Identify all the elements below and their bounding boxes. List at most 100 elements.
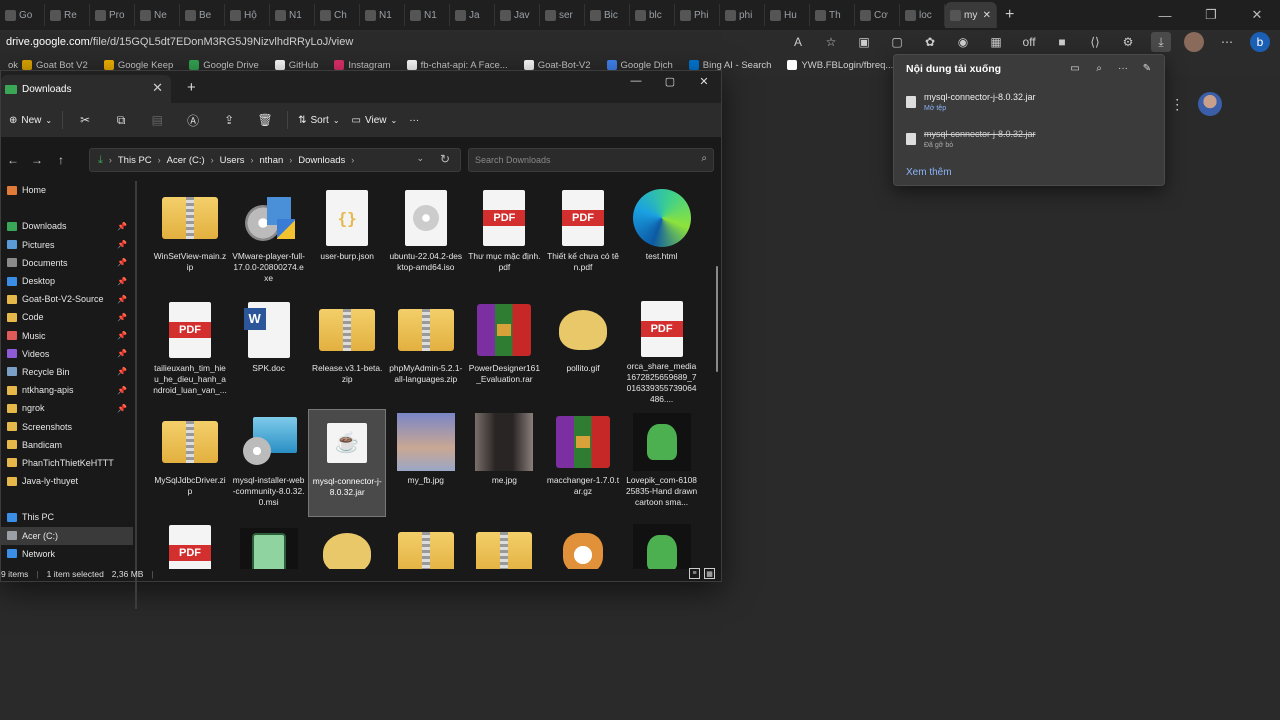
read-aloud-icon[interactable]: A (788, 32, 808, 52)
tiles-view-icon[interactable]: ▦ (704, 568, 715, 579)
close-tab-icon[interactable]: ✕ (983, 10, 991, 21)
sort-button[interactable]: ⇅ Sort ⌄ (292, 107, 345, 133)
sidebar-item[interactable]: PhanTichThietKeHTTT (1, 454, 133, 472)
download-status[interactable]: Mở tệp (924, 105, 946, 112)
copy-icon[interactable]: ⧉ (103, 107, 139, 133)
bookmark-item[interactable]: fb-chat-api: A Face... (406, 60, 508, 71)
download-item[interactable]: mysql-connector-j-8.0.32.jar Mở tệp (904, 91, 1154, 119)
extension-icon[interactable]: off (1019, 32, 1039, 52)
browser-tab[interactable]: Jav (495, 4, 540, 26)
extension-icon[interactable]: ⟨⟩ (1085, 32, 1105, 52)
file-item[interactable]: my_fb.jpg (387, 409, 465, 517)
downloads-icon[interactable]: ⤓ (1151, 32, 1171, 52)
file-item[interactable]: test.html (623, 185, 701, 293)
sidebar-item[interactable]: Network (1, 545, 133, 561)
view-button[interactable]: ▭ View ⌄ (346, 107, 404, 133)
sidebar-item[interactable]: Recycle Bin 📌 (1, 363, 133, 381)
bookmark-item[interactable]: Instagram (334, 60, 391, 71)
sidebar-item[interactable]: This PC (1, 508, 133, 526)
maximize-button[interactable]: ❐ (1188, 0, 1234, 30)
pin-icon[interactable]: ✎ (1140, 61, 1154, 75)
file-grid-scrollbar[interactable] (716, 266, 718, 372)
extension-icon[interactable]: ▦ (986, 32, 1006, 52)
back-icon[interactable]: ← (1, 148, 25, 172)
breadcrumb-acer-c[interactable]: Acer (C:) (167, 155, 205, 166)
file-item[interactable] (465, 520, 543, 569)
collections-icon[interactable]: ▣ (854, 32, 874, 52)
sidebar-item[interactable]: Pictures 📌 (1, 236, 133, 254)
bookmark-item[interactable]: Goat-Bot-V2 (523, 60, 591, 71)
sidebar-item[interactable]: Music 📌 (1, 327, 133, 345)
sidebar-item[interactable]: Downloads 📌 (1, 217, 133, 235)
split-screen-icon[interactable]: ▢ (887, 32, 907, 52)
browser-tab[interactable]: Cơ (855, 4, 900, 26)
minimize-button[interactable]: — (1142, 0, 1188, 30)
file-item[interactable] (387, 520, 465, 569)
breadcrumb[interactable]: ⤓ › This PC › Acer (C:) › Users › nthan … (89, 148, 461, 172)
refresh-icon[interactable]: ↻ (440, 152, 450, 166)
new-button[interactable]: ⊕ New ⌄ (3, 107, 58, 133)
bookmark-item[interactable]: Google Drive (189, 60, 259, 71)
explorer-minimize-button[interactable]: — (619, 71, 653, 91)
close-button[interactable]: ✕ (1234, 0, 1280, 30)
extensions-icon[interactable]: ⚙ (1118, 32, 1138, 52)
file-item[interactable] (308, 520, 386, 569)
file-item[interactable] (623, 520, 701, 569)
file-item[interactable]: PDF Thiết kế chưa có tên.pdf (544, 185, 622, 293)
sidebar-item[interactable]: Java-ly-thuyet (1, 472, 133, 490)
sidebar-item[interactable]: Acer (C:) (1, 526, 133, 545)
search-input[interactable]: Search Downloads ⌕ (468, 148, 714, 172)
sidebar-scrollbar[interactable] (135, 181, 137, 609)
favorite-icon[interactable]: ☆ (821, 32, 841, 52)
breadcrumb-nthan[interactable]: nthan (259, 155, 283, 166)
browser-tab[interactable]: Hu (765, 4, 810, 26)
file-item[interactable]: Release.v3.1-beta.zip (308, 297, 386, 405)
close-tab-icon[interactable]: ✕ (152, 80, 163, 96)
sidebar-item[interactable]: Code 📌 (1, 308, 133, 326)
breadcrumb-downloads[interactable]: Downloads (298, 155, 345, 166)
share-icon[interactable]: ⇪ (211, 107, 247, 133)
file-item[interactable]: W SPK.doc (230, 297, 308, 405)
settings-more-icon[interactable]: ⋯ (1217, 32, 1237, 52)
sidebar-item[interactable]: Bandicam (1, 436, 133, 454)
forward-icon[interactable]: → (25, 148, 49, 172)
bookmark-item[interactable]: GitHub (274, 60, 318, 71)
browser-tab[interactable]: N1 (405, 4, 450, 26)
breadcrumb-this-pc[interactable]: This PC (118, 155, 152, 166)
browser-tab[interactable]: N1 (360, 4, 405, 26)
search-icon[interactable]: ⌕ (1092, 61, 1106, 75)
browser-tab[interactable]: loc (900, 4, 945, 26)
open-folder-icon[interactable]: ▭ (1068, 61, 1082, 75)
file-item[interactable]: VMware-player-full-17.0.0-20800274.exe (230, 185, 308, 293)
browser-tab[interactable]: phi (720, 4, 765, 26)
file-item[interactable]: WinSetView-main.zip (151, 185, 229, 293)
extension-icon[interactable]: ■ (1052, 32, 1072, 52)
new-tab-button[interactable]: + (187, 79, 196, 96)
browser-tab[interactable]: Hộ (225, 4, 270, 26)
bookmark-item[interactable]: Bing AI - Search (688, 60, 771, 71)
profile-icon[interactable]: ● (1184, 32, 1204, 52)
url-text[interactable]: drive.google.com/file/d/15GQL5dt7EDonM3R… (0, 36, 353, 48)
browser-tab[interactable]: Ch (315, 4, 360, 26)
file-item[interactable]: MySqlJdbcDriver.zip (151, 409, 229, 517)
bookmark-item[interactable]: ok Goat Bot V2 (8, 60, 88, 71)
browser-tab[interactable]: Be (180, 4, 225, 26)
explorer-tab-downloads[interactable]: Downloads ✕ (1, 75, 171, 103)
sidebar-item[interactable]: Screenshots (1, 417, 133, 435)
explorer-close-button[interactable]: ✕ (687, 71, 721, 91)
cut-icon[interactable]: ✂ (67, 107, 103, 133)
file-item[interactable]: {} user-burp.json (308, 185, 386, 293)
browser-tab[interactable]: blc (630, 4, 675, 26)
browser-tab[interactable]: N1 (270, 4, 315, 26)
file-item[interactable]: ☕ mysql-connector-j-8.0.32.jar (308, 408, 387, 517)
file-item[interactable]: PDF Thư mục mặc định.pdf (465, 185, 543, 293)
bookmark-item[interactable]: Google Keep (103, 60, 173, 71)
browser-tab[interactable]: Pro (90, 4, 135, 26)
browser-tab[interactable]: Bic (585, 4, 630, 26)
file-item[interactable]: PDF orca_share_media1672825659689_7016339… (623, 297, 701, 405)
sidebar-item[interactable]: Home (1, 181, 133, 199)
browser-tab[interactable]: my ✕ (945, 2, 997, 28)
file-item[interactable]: PDF tailieuxanh_tim_hieu_he_dieu_hanh_and… (151, 297, 229, 405)
browser-tab[interactable]: Go (0, 4, 45, 26)
file-item[interactable]: macchanger-1.7.0.tar.gz (544, 409, 622, 517)
